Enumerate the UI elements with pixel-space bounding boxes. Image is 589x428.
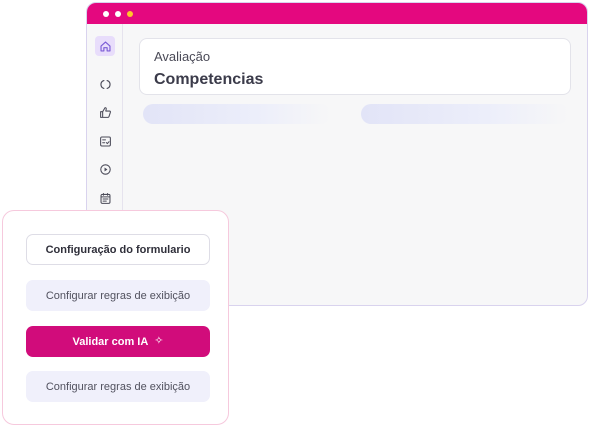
calendar-icon xyxy=(100,192,110,204)
validate-ai-label: Validar com IA xyxy=(72,335,149,348)
form-config-button[interactable]: Configuração do formulario xyxy=(26,234,210,265)
title-bar xyxy=(87,3,587,24)
sidebar-item-cycle[interactable] xyxy=(95,74,115,94)
page-title: Competencias xyxy=(154,71,264,88)
validate-ai-button[interactable]: Validar com IA ✧ xyxy=(26,326,210,357)
thumbs-up-icon xyxy=(99,106,111,118)
sidebar-item-feedback[interactable] xyxy=(95,102,115,122)
display-rules-button[interactable]: Configurar regras de exibição xyxy=(26,280,210,311)
window-dot-maximize[interactable] xyxy=(127,10,133,17)
sidebar-item-evaluation[interactable] xyxy=(95,131,115,151)
window-dot-close[interactable] xyxy=(103,10,109,17)
sidebar-item-calendar[interactable] xyxy=(95,188,115,208)
play-circle-icon xyxy=(99,163,111,175)
form-config-panel: Configuração do formulario Configurar re… xyxy=(2,210,229,425)
sparkle-icon: ✧ xyxy=(154,335,164,347)
checklist-icon xyxy=(99,136,111,146)
loop-icon xyxy=(99,79,111,89)
window-dot-minimize[interactable] xyxy=(115,10,121,17)
home-icon xyxy=(99,40,111,52)
sidebar-item-home[interactable] xyxy=(95,36,115,56)
sidebar-item-media[interactable] xyxy=(95,159,115,179)
display-rules-button[interactable]: Configurar regras de exibição xyxy=(26,371,210,402)
loading-placeholder xyxy=(143,104,331,124)
loading-placeholder xyxy=(361,104,569,124)
page-subtitle: Avaliação xyxy=(154,49,211,64)
page-header-card: Avaliação Competencias xyxy=(139,38,571,95)
